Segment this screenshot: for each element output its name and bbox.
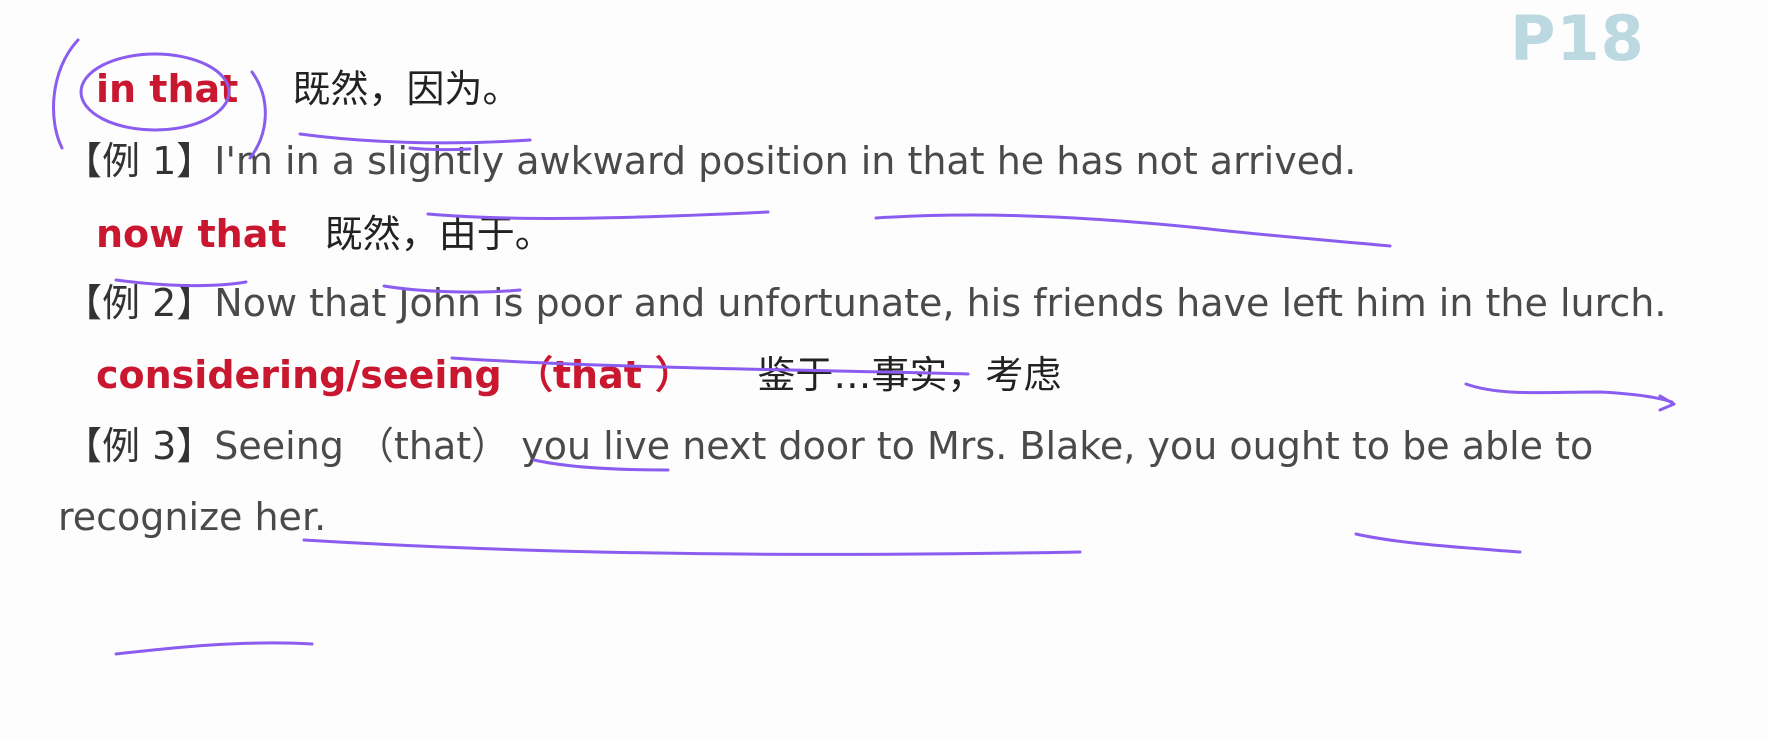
meaning-considering-seeing: 鉴于…事实，考虑 [757,353,1062,397]
phrase-line-3: considering/seeing （that ） 鉴于…事实，考虑 [96,350,1061,400]
annotation-underline-ought-to-be [1354,532,1522,554]
meaning-in-that: 既然，因为。 [292,67,521,111]
phrase-considering-seeing: considering/seeing （that ） [96,353,694,397]
example-text-3-cont: recognize her. [58,495,327,539]
annotation-underline-recognize [114,641,314,656]
example-line-1: 【例 1】I'm in a slightly awkward position … [64,136,1356,186]
example-line-3: 【例 3】Seeing （that） you live next door to… [64,421,1593,471]
annotation-underline-in-that-he [874,213,1392,248]
example-tag-2: 【例 2】 [64,281,215,325]
phrase-line-2: now that 既然，由于。 [96,209,553,259]
phrase-now-that: now that [96,212,287,256]
example-line-2: 【例 2】Now that John is poor and unfortuna… [64,278,1666,328]
annotation-underline-in-the-lurch [1464,382,1674,404]
meaning-now-that: 既然，由于。 [324,212,553,256]
example-tag-3: 【例 3】 [64,424,215,468]
example-text-2: Now that John is poor and unfortunate, h… [214,281,1667,325]
example-line-3-cont: recognize her. [58,492,326,542]
example-tag-1: 【例 1】 [64,139,215,183]
page-number: P18 [1510,2,1645,75]
phrase-line-1: in that 既然，因为。 [96,64,521,114]
slide: P18 in that 既然，因为。 【例 1】I'm in a slightl… [0,0,1768,740]
annotation-left-paren [52,38,80,150]
phrase-in-that: in that [96,67,239,111]
example-text-3: Seeing （that） you live next door to Mrs.… [214,424,1594,468]
example-text-1: I'm in a slightly awkward position in th… [214,139,1357,183]
annotation-underline-seeing-clause [302,538,1082,556]
